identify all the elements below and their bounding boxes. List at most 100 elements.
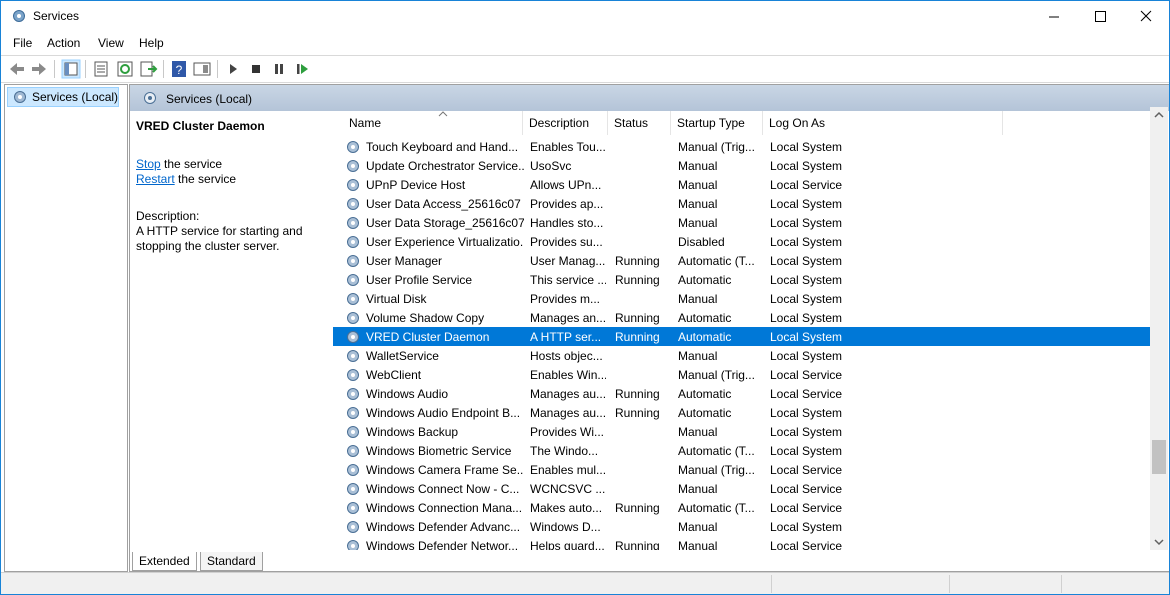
table-row[interactable]: Windows Connection Mana... Makes auto... R… — [333, 498, 1153, 517]
back-arrow-icon[interactable] — [7, 59, 27, 79]
restart-service-link[interactable]: Restart — [136, 172, 175, 186]
service-gear-icon — [347, 445, 359, 457]
table-row[interactable]: Windows Audio Endpoint B... Manages au...… — [333, 403, 1153, 422]
minimize-button[interactable] — [1031, 1, 1077, 32]
console-tree-icon[interactable] — [61, 59, 81, 79]
service-gear-icon — [347, 255, 359, 267]
cell-name: UPnP Device Host — [366, 178, 466, 192]
stop-service-icon[interactable] — [246, 59, 266, 79]
cell-logon: Local Service — [770, 463, 843, 477]
cell-logon: Local Service — [770, 387, 843, 401]
table-row[interactable]: User Experience Virtualizatio... Provides… — [333, 232, 1153, 251]
service-gear-icon — [347, 502, 359, 514]
toolbar-separator — [163, 60, 164, 78]
service-gear-icon — [347, 236, 359, 248]
cell-description: Provides Wi... — [530, 425, 605, 439]
table-row[interactable]: Windows Camera Frame Se... Enables mul...… — [333, 460, 1153, 479]
cell-startup: Automatic — [678, 387, 732, 401]
cell-name: Windows Camera Frame Se... — [366, 463, 524, 477]
scroll-down-icon[interactable] — [1150, 534, 1168, 550]
cell-description: A HTTP ser... — [530, 330, 602, 344]
cell-logon: Local System — [770, 520, 843, 534]
refresh-icon[interactable] — [115, 59, 135, 79]
table-row[interactable]: Windows Connect Now - C... WCNCSVC ... Man… — [333, 479, 1153, 498]
table-row[interactable]: Windows Backup Provides Wi... Manual Local … — [333, 422, 1153, 441]
tree-item-label: Services (Local) — [32, 90, 119, 104]
toolbar-separator — [54, 60, 55, 78]
table-row[interactable]: Update Orchestrator Service... UsoSvc Manu… — [333, 156, 1153, 175]
close-button[interactable] — [1123, 1, 1169, 32]
table-row[interactable]: WebClient Enables Win... Manual (Trig... Lo… — [333, 365, 1153, 384]
table-row[interactable]: VRED Cluster Daemon A HTTP ser... Running A… — [333, 327, 1153, 346]
vertical-scrollbar[interactable] — [1150, 107, 1168, 550]
stop-line: Stop the service — [136, 157, 326, 172]
table-row[interactable]: Touch Keyboard and Hand... Enables Tou...… — [333, 137, 1153, 156]
cell-status: Running — [615, 501, 660, 515]
cell-startup: Manual — [678, 520, 718, 534]
table-row[interactable]: User Profile Service This service ... Runn… — [333, 270, 1153, 289]
menu-action[interactable]: Action — [47, 36, 80, 50]
show-hide-action-pane-icon[interactable] — [192, 59, 212, 79]
service-gear-icon — [347, 464, 359, 476]
pause-service-icon[interactable] — [269, 59, 289, 79]
maximize-button[interactable] — [1077, 1, 1123, 32]
forward-arrow-icon[interactable] — [29, 59, 49, 79]
status-segment — [949, 575, 950, 593]
table-row[interactable]: Windows Defender Networ... Helps guard...… — [333, 536, 1153, 550]
table-row[interactable]: Volume Shadow Copy Manages an... Running Au… — [333, 308, 1153, 327]
column-header-description[interactable]: Description — [523, 111, 608, 135]
table-row[interactable]: User Data Access_25616c07 Provides ap... M… — [333, 194, 1153, 213]
table-row[interactable]: User Data Storage_25616c07 Handles sto...… — [333, 213, 1153, 232]
cell-description: WCNCSVC ... — [530, 482, 606, 496]
cell-description: Provides ap... — [530, 197, 604, 211]
toolbar: ? — [1, 55, 1169, 83]
menu-view[interactable]: View — [98, 36, 124, 50]
tab-extended[interactable]: Extended — [132, 552, 197, 571]
cell-description: Manages au... — [530, 406, 606, 420]
menu-file[interactable]: File — [13, 36, 32, 50]
column-header-name[interactable]: Name — [343, 111, 523, 135]
cell-logon: Local Service — [770, 539, 843, 550]
table-row[interactable]: User Manager User Manag... Running Automati… — [333, 251, 1153, 270]
cell-name: User Data Access_25616c07 — [366, 197, 521, 211]
tab-standard[interactable]: Standard — [200, 552, 263, 571]
table-row[interactable]: Windows Defender Advanc... Windows D... Ma… — [333, 517, 1153, 536]
cell-startup: Manual (Trig... — [678, 140, 755, 154]
cell-startup: Automatic (T... — [678, 254, 755, 268]
stop-service-link[interactable]: Stop — [136, 157, 161, 171]
table-row[interactable]: WalletService Hosts objec... Manual Local S… — [333, 346, 1153, 365]
export-list-icon[interactable] — [138, 59, 158, 79]
column-label-name: Name — [349, 116, 382, 130]
start-service-icon[interactable] — [223, 59, 243, 79]
cell-logon: Local Service — [770, 501, 843, 515]
cell-name: Windows Audio — [366, 387, 449, 401]
scroll-up-icon[interactable] — [1150, 107, 1168, 123]
cell-name: User Manager — [366, 254, 443, 268]
column-header-startup-type[interactable]: Startup Type — [671, 111, 763, 135]
menu-help[interactable]: Help — [139, 36, 164, 50]
properties-icon[interactable] — [91, 59, 111, 79]
table-row[interactable]: UPnP Device Host Allows UPn... Manual Local… — [333, 175, 1153, 194]
cell-startup: Automatic — [678, 273, 732, 287]
cell-startup: Manual (Trig... — [678, 368, 755, 382]
table-row[interactable]: Windows Audio Manages au... Running Automat… — [333, 384, 1153, 403]
cell-logon: Local Service — [770, 482, 843, 496]
svg-text:?: ? — [176, 63, 183, 77]
column-header-log-on-as[interactable]: Log On As — [763, 111, 1003, 135]
table-row[interactable]: Virtual Disk Provides m... Manual Local Sys… — [333, 289, 1153, 308]
scrollbar-thumb[interactable] — [1152, 440, 1166, 474]
help-icon[interactable]: ? — [169, 59, 189, 79]
column-header-status[interactable]: Status — [608, 111, 671, 135]
cell-status: Running — [615, 539, 660, 550]
cell-status: Running — [615, 254, 660, 268]
services-panel: Services (Local) VRED Cluster Daemon Sto… — [129, 84, 1169, 572]
cell-startup: Automatic (T... — [678, 444, 755, 458]
cell-description: Enables Tou... — [530, 140, 606, 154]
sort-ascending-icon — [438, 111, 448, 117]
table-row[interactable]: Windows Biometric Service The Windo... Aut… — [333, 441, 1153, 460]
cell-description: Windows D... — [530, 520, 601, 534]
cell-startup: Disabled — [678, 235, 725, 249]
cell-description: Enables Win... — [530, 368, 606, 382]
restart-service-icon[interactable] — [292, 59, 312, 79]
tree-item-services-local[interactable]: Services (Local) — [7, 87, 119, 107]
